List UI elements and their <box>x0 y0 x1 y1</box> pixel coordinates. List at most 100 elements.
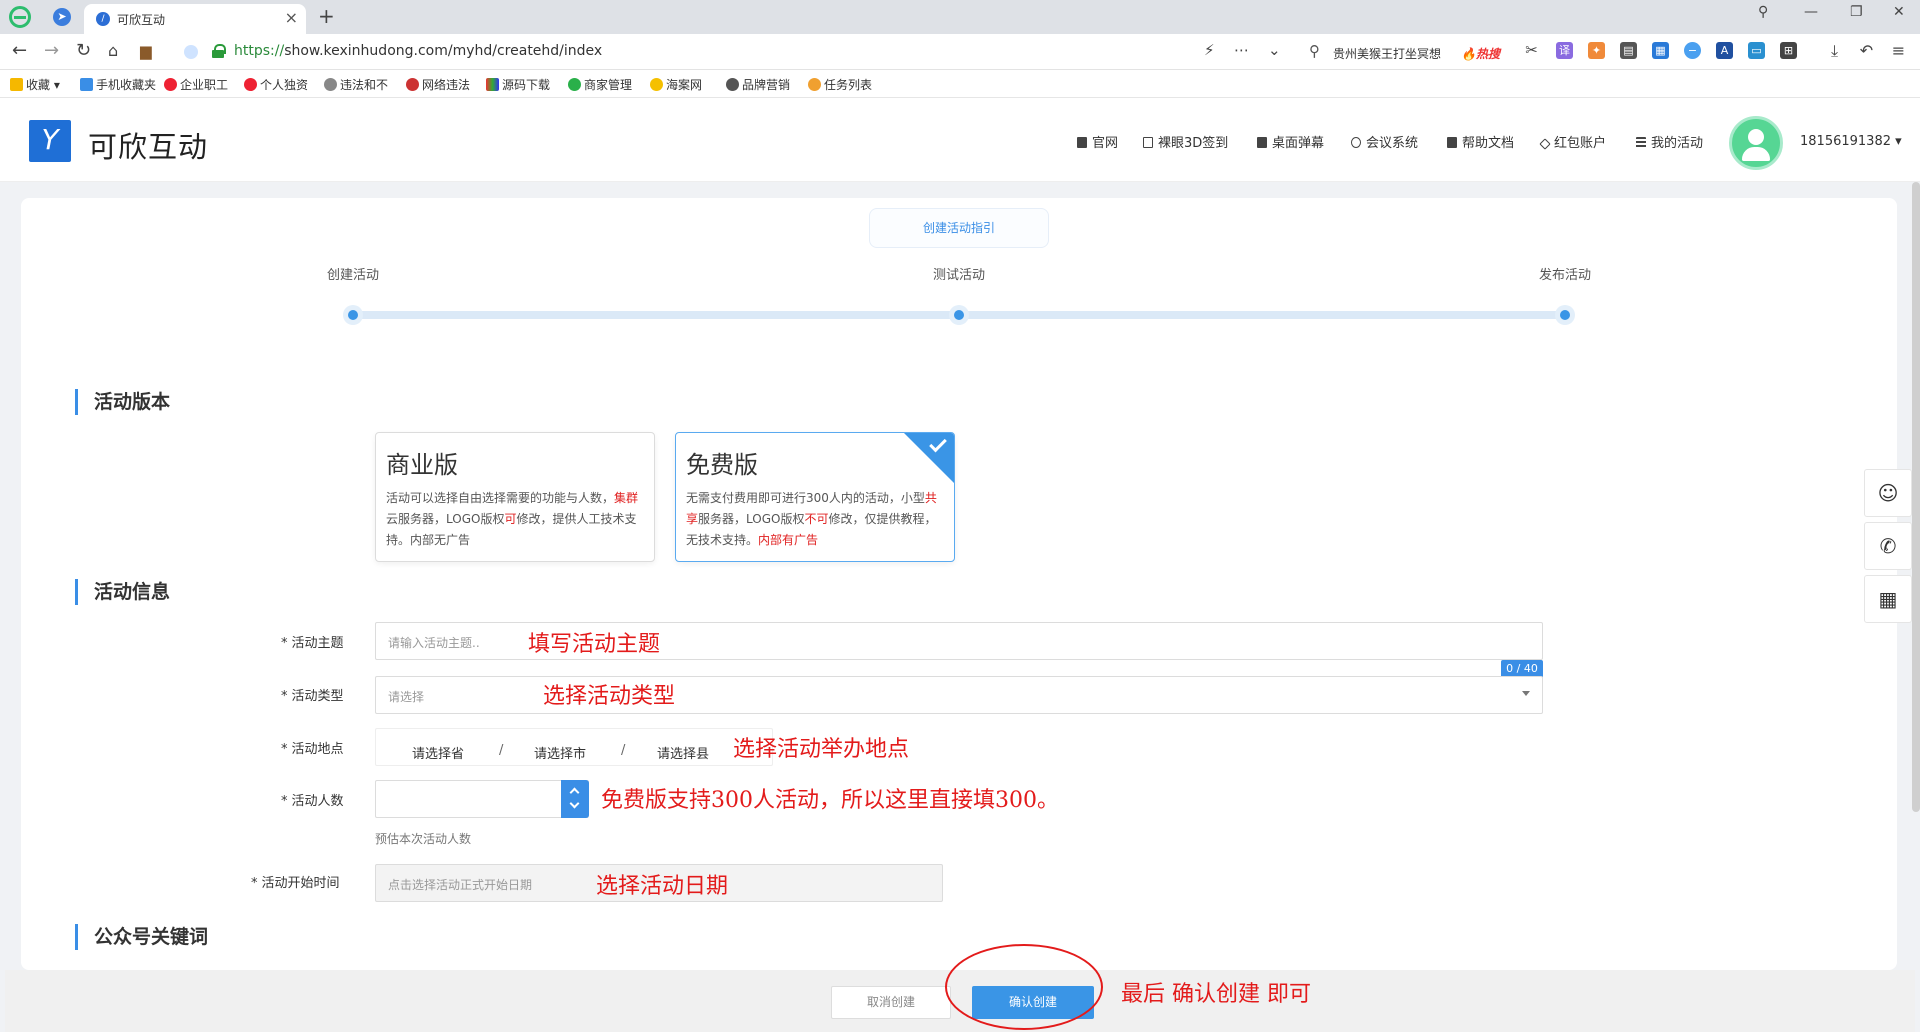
region-separator: / <box>499 743 504 758</box>
url-field[interactable]: https://show.kexinhudong.com/myhd/create… <box>176 39 1276 65</box>
text-a-icon[interactable]: A <box>1716 42 1733 59</box>
bookmark-item[interactable]: 网络违法 <box>406 76 470 93</box>
more-icon[interactable]: ⋯ <box>1234 41 1249 59</box>
bookmark-item[interactable]: 个人独资 <box>244 76 308 93</box>
bookmark-item[interactable]: 手机收藏夹 <box>80 76 156 93</box>
url-text: https://show.kexinhudong.com/myhd/create… <box>234 43 603 59</box>
bookmark-item[interactable]: 违法和不 <box>324 76 388 93</box>
section-info-title: 活动信息 <box>75 579 170 605</box>
forward-icon[interactable]: → <box>44 40 59 61</box>
location-label: * 活动地点 <box>281 742 344 757</box>
create-activity-guide-button[interactable]: 创建活动指引 <box>869 208 1049 248</box>
browser-logo-icon <box>9 6 31 28</box>
nav-official-site[interactable]: 官网 <box>1077 132 1118 151</box>
undo-icon[interactable]: ↶ <box>1858 42 1875 59</box>
telegram-icon[interactable]: ➤ <box>53 8 71 26</box>
step-create-dot <box>343 305 363 325</box>
people-hint: 预估本次活动人数 <box>375 832 472 846</box>
people-input[interactable] <box>375 780 589 818</box>
nav-my-activities[interactable]: 我的活动 <box>1636 132 1703 151</box>
game-icon[interactable]: ✦ <box>1588 42 1605 59</box>
confirm-create-button[interactable]: 确认创建 <box>972 986 1094 1019</box>
download-icon[interactable]: ⤓ <box>1826 42 1843 59</box>
book-icon <box>1447 137 1457 148</box>
bookmark-item[interactable]: 商家管理 <box>568 76 632 93</box>
search-icon: ⚲ <box>1309 42 1320 60</box>
bookmark-item[interactable]: 企业职工 <box>164 76 228 93</box>
user-account-menu[interactable]: 18156191382 ▾ <box>1800 134 1902 149</box>
nav-3d-signin[interactable]: 裸眼3D签到 <box>1143 132 1228 151</box>
phone-icon <box>80 78 93 91</box>
chevron-down-icon[interactable]: ⌄ <box>1268 41 1281 59</box>
county-select[interactable]: 请选择县 <box>657 743 709 762</box>
reader-icon[interactable]: ▤ <box>1620 42 1637 59</box>
tab-close-icon[interactable]: × <box>285 8 298 27</box>
bookmark-item[interactable]: 品牌营销 <box>726 76 790 93</box>
avatar[interactable] <box>1729 116 1783 170</box>
location-cascader: 请选择省 / 请选择市 / 请选择县 <box>375 728 773 766</box>
apps-grid-icon[interactable]: ⊞ <box>1780 42 1797 59</box>
chevron-down-icon[interactable] <box>569 798 580 809</box>
start-date-label: * 活动开始时间 <box>251 876 340 891</box>
chevron-down-icon <box>1522 691 1530 696</box>
quantity-stepper[interactable] <box>561 780 589 818</box>
site-icon <box>808 78 821 91</box>
annotation-final: 最后 确认创建 即可 <box>1121 982 1311 1007</box>
version-card-business[interactable]: 商业版 活动可以选择自由选择需要的功能与人数，集群云服务器，LOGO版权可修改，… <box>375 432 655 562</box>
annotation-type: 选择活动类型 <box>543 684 676 709</box>
wallet-icon[interactable]: ▆ <box>140 42 152 60</box>
home-icon[interactable]: ⌂ <box>108 41 118 60</box>
bookmark-favorites[interactable]: 收藏 ▾ <box>10 76 60 93</box>
translate-icon[interactable]: 译 <box>1556 42 1573 59</box>
bookmark-item[interactable]: 海案网 <box>650 76 702 93</box>
shirt-skin-icon[interactable]: ⚲ <box>1758 4 1768 20</box>
site-logo-icon[interactable]: Y <box>29 120 71 162</box>
document-icon <box>1077 137 1087 148</box>
close-window-icon[interactable]: ✕ <box>1893 4 1905 20</box>
version-card-free[interactable]: 免费版 无需支付费用即可进行300人内的活动，小型共享服务器，LOGO版权不可修… <box>675 432 955 562</box>
bookmark-item[interactable]: 源码下载 <box>486 76 550 93</box>
minus-circle-icon[interactable]: − <box>1684 42 1701 59</box>
lock-icon <box>212 44 226 58</box>
section-keyword-title: 公众号关键词 <box>75 924 208 950</box>
screen-icon[interactable]: ▭ <box>1748 42 1765 59</box>
phone-contact-button[interactable]: ✆ <box>1864 522 1912 570</box>
nav-red-packet-account[interactable]: 红包账户 <box>1539 132 1606 151</box>
reload-icon[interactable]: ↻ <box>76 40 91 61</box>
annotation-location: 选择活动举办地点 <box>733 737 910 762</box>
lightning-icon[interactable]: ⚡ <box>1204 41 1215 59</box>
wechat-icon <box>568 78 581 91</box>
restore-icon[interactable]: ❐ <box>1850 4 1863 20</box>
browser-search-box[interactable]: ⚲ 贵州美猴王打坐冥想 🔥热搜 <box>1303 39 1513 65</box>
topic-label: * 活动主题 <box>281 636 344 651</box>
new-tab-button[interactable]: + <box>318 4 335 28</box>
province-select[interactable]: 请选择省 <box>412 743 464 762</box>
menu-icon[interactable]: ≡ <box>1890 42 1907 59</box>
back-icon[interactable]: ← <box>12 40 27 61</box>
step-test-dot <box>949 305 969 325</box>
calendar-icon[interactable]: ▦ <box>1652 42 1669 59</box>
scissors-icon[interactable]: ✂ <box>1523 42 1540 59</box>
bookmark-item[interactable]: 任务列表 <box>808 76 872 93</box>
page-scrollbar[interactable] <box>1912 182 1920 812</box>
qrcode-button[interactable]: ▦ <box>1864 575 1912 623</box>
site-logo-text[interactable]: 可欣互动 <box>88 124 208 166</box>
hot-search-query: 贵州美猴王打坐冥想 <box>1333 47 1442 61</box>
people-label: * 活动人数 <box>281 794 344 809</box>
section-version-title: 活动版本 <box>75 389 170 415</box>
hot-search-badge: 🔥热搜 <box>1461 47 1500 61</box>
user-body-icon <box>1742 147 1770 161</box>
topic-placeholder: 请输入活动主题.. <box>388 636 480 650</box>
browser-tab[interactable]: / 可欣互动 × <box>84 4 306 34</box>
cancel-create-button[interactable]: 取消创建 <box>831 986 951 1019</box>
nav-desktop-danmaku[interactable]: 桌面弹幕 <box>1257 132 1324 151</box>
minimize-icon[interactable]: — <box>1804 4 1818 20</box>
qq-contact-button[interactable]: ☺ <box>1864 469 1912 517</box>
create-activity-card: 创建活动指引 创建活动 测试活动 发布活动 活动版本 商业版 活动可以选择自由选… <box>21 198 1897 970</box>
site-header: Y 可欣互动 官网 裸眼3D签到 桌面弹幕 会议系统 帮助文档 红包账户 我的活… <box>0 98 1920 182</box>
phone-icon: ✆ <box>1879 534 1897 558</box>
chevron-up-icon[interactable] <box>569 787 580 798</box>
city-select[interactable]: 请选择市 <box>534 743 586 762</box>
nav-help-docs[interactable]: 帮助文档 <box>1447 132 1514 151</box>
nav-meeting-system[interactable]: 会议系统 <box>1351 132 1418 151</box>
